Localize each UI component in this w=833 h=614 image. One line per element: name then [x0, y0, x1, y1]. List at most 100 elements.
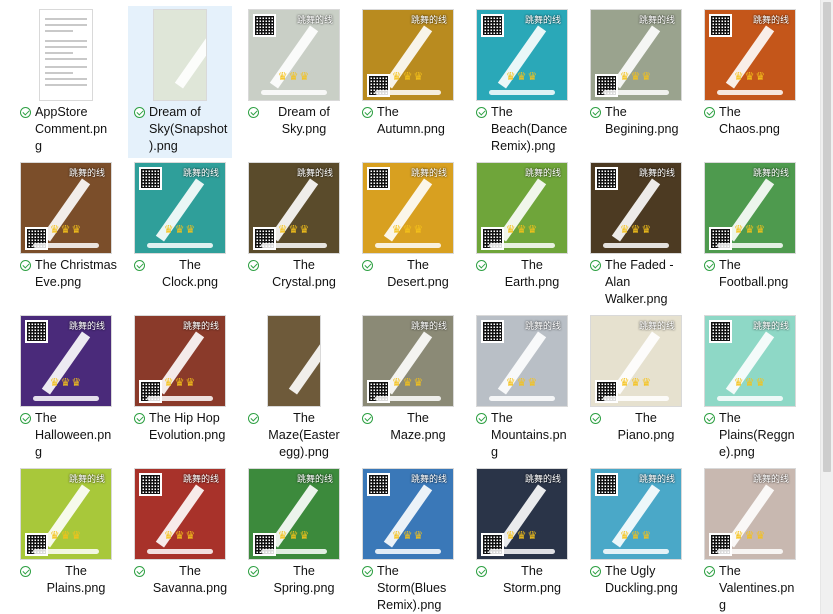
file-item[interactable]: 跳舞的线 ♛♛♛ The Earth.png — [470, 159, 574, 311]
file-thumbnail: 跳舞的线 ♛♛♛ — [591, 163, 681, 253]
file-label-row: The Piano.png — [590, 411, 686, 466]
file-thumbnail: 跳舞的线 ♛♛♛ — [249, 469, 339, 559]
document-text-line — [45, 84, 87, 86]
file-item[interactable]: 跳舞的线 ♛♛♛ The Halloween.pn g — [14, 312, 118, 464]
file-name: The Maze(Easter egg).png — [268, 411, 340, 459]
sync-ok-check-icon — [590, 566, 601, 577]
file-item[interactable]: 跳舞的线 ♛♛♛ The Autumn.png — [356, 6, 460, 158]
game-title: 跳舞的线 — [296, 474, 333, 484]
crown-icon: ♛♛♛ — [163, 530, 197, 542]
document-text-line — [45, 24, 87, 26]
file-item[interactable]: 跳舞的线 ♛♛♛ The Chaos.png — [698, 6, 802, 158]
crown-icon: ♛♛♛ — [163, 224, 197, 236]
sync-ok-check-icon — [20, 260, 31, 271]
file-name: The Plains.png — [46, 564, 106, 595]
sync-ok-check-icon — [704, 566, 715, 577]
file-item[interactable]: 跳舞的线 ♛♛♛ The Hip Hop Evolution.png — [128, 312, 232, 464]
file-item[interactable]: 跳舞的线 ♛♛♛ The Valentines.pn g — [698, 465, 802, 614]
game-title: 跳舞的线 — [524, 15, 561, 25]
file-item[interactable]: 跳舞的线 ♛♛♛ The Spring.png — [242, 465, 346, 614]
file-thumbnail: 跳舞的线 ♛♛♛ — [21, 316, 111, 406]
progress-bar — [261, 549, 327, 554]
file-name: The Valentines.pn g — [719, 564, 795, 612]
file-name: The Christmas Eve.png — [35, 258, 117, 289]
file-grid-view[interactable]: AppStore Comment.pn g Dream of Sky(Snapsh… — [0, 0, 820, 614]
document-text-line — [45, 72, 73, 74]
game-title: 跳舞的线 — [752, 15, 789, 25]
file-item[interactable]: 跳舞的线 ♛♛♛ The Piano.png — [584, 312, 688, 464]
file-label-row: The Desert.png — [362, 258, 458, 313]
crown-icon: ♛♛♛ — [391, 530, 425, 542]
game-title: 跳舞的线 — [410, 15, 447, 25]
file-label-row: The Autumn.png — [362, 105, 458, 160]
qr-code-icon — [595, 473, 618, 496]
file-item[interactable]: 跳舞的线 ♛♛♛ The Clock.png — [128, 159, 232, 311]
file-thumbnail: 跳舞的线 ♛♛♛ — [477, 469, 567, 559]
file-label-row: The Maze(Easter egg).png — [248, 411, 344, 466]
crown-icon: ♛♛♛ — [505, 71, 539, 83]
file-item[interactable]: Dream of Sky(Snapshot ).png — [128, 6, 232, 158]
game-title: 跳舞的线 — [410, 168, 447, 178]
file-item[interactable]: The Maze(Easter egg).png — [242, 312, 346, 464]
sync-ok-check-icon — [590, 413, 601, 424]
file-item[interactable]: AppStore Comment.pn g — [14, 6, 118, 158]
game-title: 跳舞的线 — [752, 474, 789, 484]
file-item[interactable]: 跳舞的线 ♛♛♛ The Christmas Eve.png — [14, 159, 118, 311]
file-label-row: The Mountains.pn g — [476, 411, 572, 466]
file-thumbnail: 跳舞的线 ♛♛♛ — [591, 469, 681, 559]
file-item[interactable]: 跳舞的线 ♛♛♛ The Plains.png — [14, 465, 118, 614]
progress-bar — [603, 243, 669, 248]
file-name: The Hip Hop Evolution.png — [149, 411, 226, 442]
qr-code-icon — [253, 14, 276, 37]
file-item[interactable]: 跳舞的线 ♛♛♛ The Plains(Reggn e).png — [698, 312, 802, 464]
file-name: The Mountains.pn g — [491, 411, 567, 459]
game-title: 跳舞的线 — [68, 321, 105, 331]
file-thumbnail: 跳舞的线 ♛♛♛ — [135, 163, 225, 253]
file-thumbnail: 跳舞的线 ♛♛♛ — [363, 469, 453, 559]
file-name: The Faded - Alan Walker.png — [605, 258, 674, 306]
game-title: 跳舞的线 — [638, 15, 675, 25]
file-item[interactable]: 跳舞的线 ♛♛♛ The Desert.png — [356, 159, 460, 311]
vertical-scrollbar[interactable] — [820, 0, 833, 614]
file-label-row: AppStore Comment.pn g — [20, 105, 116, 160]
progress-bar — [717, 90, 783, 95]
file-thumbnail: 跳舞的线 ♛♛♛ — [477, 163, 567, 253]
file-thumbnail: 跳舞的线 ♛♛♛ — [591, 316, 681, 406]
file-item[interactable]: 跳舞的线 ♛♛♛ The Ugly Duckling.png — [584, 465, 688, 614]
file-item[interactable]: 跳舞的线 ♛♛♛ The Storm.png — [470, 465, 574, 614]
sync-ok-check-icon — [476, 566, 487, 577]
file-item[interactable]: 跳舞的线 ♛♛♛ The Faded - Alan Walker.png — [584, 159, 688, 311]
file-item[interactable]: 跳舞的线 ♛♛♛ The Maze.png — [356, 312, 460, 464]
sync-ok-check-icon — [248, 260, 259, 271]
sync-ok-check-icon — [134, 260, 145, 271]
file-item[interactable]: 跳舞的线 ♛♛♛ Dream of Sky.png — [242, 6, 346, 158]
crown-icon: ♛♛♛ — [733, 71, 767, 83]
crown-icon: ♛♛♛ — [733, 224, 767, 236]
file-thumbnail — [40, 10, 92, 100]
progress-bar — [717, 243, 783, 248]
file-label-row: The Valentines.pn g — [704, 564, 800, 614]
sync-ok-check-icon — [476, 413, 487, 424]
sync-ok-check-icon — [248, 107, 259, 118]
progress-bar — [489, 549, 555, 554]
file-name: The Piano.png — [617, 411, 675, 442]
file-item[interactable]: 跳舞的线 ♛♛♛ The Storm(Blues Remix).png — [356, 465, 460, 614]
crown-icon: ♛♛♛ — [277, 530, 311, 542]
file-label-row: The Hip Hop Evolution.png — [134, 411, 230, 466]
document-text-line — [45, 52, 73, 54]
scrollbar-thumb[interactable] — [823, 2, 831, 472]
progress-bar — [147, 243, 213, 248]
game-title: 跳舞的线 — [182, 168, 219, 178]
sync-ok-check-icon — [362, 107, 373, 118]
file-thumbnail: 跳舞的线 ♛♛♛ — [21, 163, 111, 253]
document-text-line — [45, 30, 73, 32]
file-item[interactable]: 跳舞的线 ♛♛♛ The Football.png — [698, 159, 802, 311]
progress-bar — [375, 549, 441, 554]
file-item[interactable]: 跳舞的线 ♛♛♛ The Begining.png — [584, 6, 688, 158]
file-item[interactable]: 跳舞的线 ♛♛♛ The Beach(Dance Remix).png — [470, 6, 574, 158]
game-title: 跳舞的线 — [182, 321, 219, 331]
file-item[interactable]: 跳舞的线 ♛♛♛ The Mountains.pn g — [470, 312, 574, 464]
file-item[interactable]: 跳舞的线 ♛♛♛ The Savanna.png — [128, 465, 232, 614]
file-label-row: The Crystal.png — [248, 258, 344, 313]
file-item[interactable]: 跳舞的线 ♛♛♛ The Crystal.png — [242, 159, 346, 311]
